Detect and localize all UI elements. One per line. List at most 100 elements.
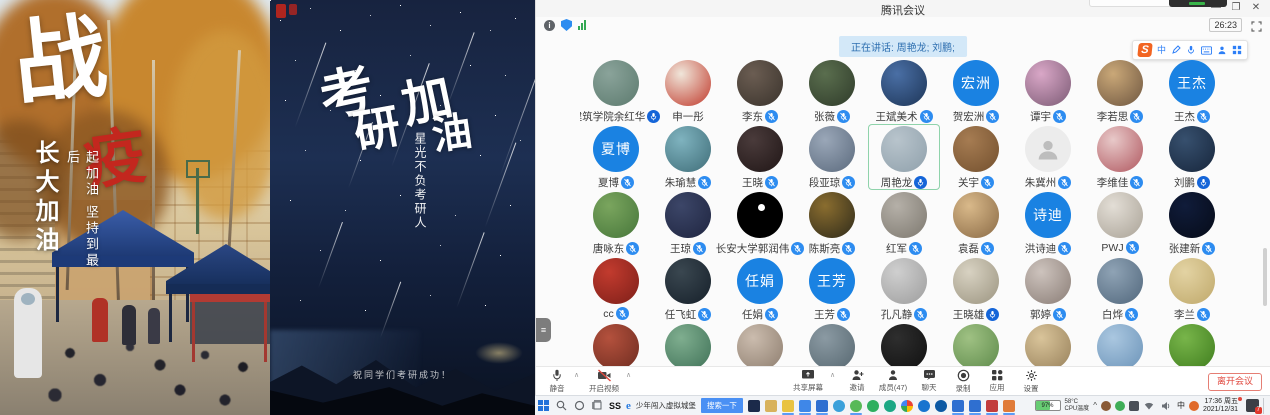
participant-白烨[interactable]: 白烨: [1084, 256, 1156, 322]
sogou-logo-icon[interactable]: S: [1137, 43, 1152, 57]
participant-王琼[interactable]: 王琼: [652, 190, 724, 256]
participant-孔凡静[interactable]: 孔凡静: [868, 256, 940, 322]
open-app-monitor[interactable]: [799, 400, 811, 412]
participant-朱冀州[interactable]: 朱冀州: [1012, 124, 1084, 190]
start-button[interactable]: [537, 399, 550, 412]
open-app-red[interactable]: [986, 400, 998, 412]
tray-icon-folder[interactable]: [1129, 401, 1139, 411]
participant-王晓雄[interactable]: 王晓雄: [940, 256, 1012, 322]
participant-李若思[interactable]: 李若思: [1084, 58, 1156, 124]
ie-icon[interactable]: [918, 400, 930, 412]
ss-app-icon[interactable]: SS: [609, 401, 621, 411]
participant-谭宇[interactable]: 谭宇: [1012, 58, 1084, 124]
participant-段亚琼[interactable]: 段亚琼: [796, 124, 868, 190]
ime-pen-icon[interactable]: [1171, 45, 1181, 55]
ime-contacts-icon[interactable]: [1217, 45, 1227, 55]
fullscreen-icon[interactable]: [1251, 19, 1262, 30]
participant-李兰[interactable]: 李兰: [1156, 256, 1228, 322]
invite-button[interactable]: 邀请: [840, 369, 874, 393]
sogou-ime-toolbar[interactable]: S 中: [1132, 40, 1248, 60]
participant-任娟[interactable]: 任娟任娟: [724, 256, 796, 322]
participant-unnamed[interactable]: [724, 322, 796, 366]
side-panel-handle[interactable]: ≡: [536, 318, 551, 342]
participant-张薇[interactable]: 张薇: [796, 58, 868, 124]
ime-indicator[interactable]: 中: [1177, 400, 1185, 411]
participant-王晓[interactable]: 王晓: [724, 124, 796, 190]
leave-meeting-button[interactable]: 离开会议: [1208, 373, 1262, 391]
participant-unnamed[interactable]: [1012, 322, 1084, 366]
camera-button[interactable]: 开启视频: [584, 369, 624, 394]
participant-张建新[interactable]: 张建新: [1156, 190, 1228, 256]
participant-cc[interactable]: cc: [580, 256, 652, 322]
apps-button[interactable]: 应用: [980, 369, 1014, 393]
participant-unnamed[interactable]: [940, 322, 1012, 366]
participant-unnamed[interactable]: [580, 322, 652, 366]
share-screen-button[interactable]: 共享屏幕: [788, 369, 828, 393]
ime-toolbox-icon[interactable]: [1232, 45, 1242, 55]
taskbar-clock[interactable]: 17:36 周五 2021/12/31: [1203, 398, 1242, 414]
participant-洪诗迪[interactable]: 诗迪洪诗迪: [1012, 190, 1084, 256]
participant-王斌美术[interactable]: 王斌美术: [868, 58, 940, 124]
cortana-icon[interactable]: [573, 399, 586, 412]
pinned-app-dark[interactable]: [748, 400, 760, 412]
network-signal-icon[interactable]: [578, 20, 586, 30]
show-desktop-button[interactable]: [1263, 398, 1268, 414]
battery-indicator[interactable]: 97%: [1035, 400, 1061, 411]
participant-申一彤[interactable]: 申一彤: [652, 58, 724, 124]
tray-icon-monkey[interactable]: [1101, 401, 1111, 411]
participant-王芳[interactable]: 王芳王芳: [796, 256, 868, 322]
open-app-download[interactable]: [816, 400, 828, 412]
participant-贺宏洲[interactable]: 宏洲贺宏洲: [940, 58, 1012, 124]
participant-长安大学郭润伟[interactable]: 长安大学郭润伟: [724, 190, 796, 256]
participant-建筑学院余红华[interactable]: 建筑学院余红华: [580, 58, 652, 124]
chrome-icon[interactable]: [901, 400, 913, 412]
ime-keyboard-icon[interactable]: [1201, 46, 1212, 55]
volume-icon[interactable]: [1160, 399, 1173, 412]
file-explorer-icon[interactable]: [765, 400, 777, 412]
tray-icon-orange[interactable]: [1189, 401, 1199, 411]
chat-button[interactable]: 聊天: [912, 369, 946, 393]
taskbar-search-button[interactable]: 搜索一下: [701, 398, 743, 413]
close-button[interactable]: ✕: [1246, 0, 1266, 16]
open-app-meeting[interactable]: [952, 400, 964, 412]
participant-袁磊[interactable]: 袁磊: [940, 190, 1012, 256]
participant-夏博[interactable]: 夏博夏博: [580, 124, 652, 190]
participant-unnamed[interactable]: [796, 322, 868, 366]
task-view-icon[interactable]: [591, 399, 604, 412]
participant-郭婷[interactable]: 郭婷: [1012, 256, 1084, 322]
settings-button[interactable]: 设置: [1014, 369, 1048, 394]
participant-PWJ[interactable]: PWJ: [1084, 190, 1156, 256]
participant-刘鹏[interactable]: 刘鹏: [1156, 124, 1228, 190]
action-center-icon[interactable]: 7: [1246, 399, 1259, 412]
participant-王杰[interactable]: 王杰王杰: [1156, 58, 1228, 124]
network-icon[interactable]: [1143, 399, 1156, 412]
grid-scrollbar[interactable]: [1263, 248, 1267, 306]
search-icon[interactable]: [555, 399, 568, 412]
maximize-button[interactable]: ❐: [1226, 0, 1246, 16]
participant-李维佳[interactable]: 李维佳: [1084, 124, 1156, 190]
ie-browser-icon[interactable]: e: [626, 400, 631, 412]
participant-红军[interactable]: 红军: [868, 190, 940, 256]
browser-headline-text[interactable]: 少年闯入虚拟城堡: [636, 400, 696, 411]
open-app-wechat[interactable]: [850, 400, 862, 412]
open-app-notebook[interactable]: [1003, 400, 1015, 412]
participant-周艳龙[interactable]: 周艳龙: [868, 124, 940, 190]
mute-button[interactable]: 静音: [540, 369, 574, 394]
tray-icon-green[interactable]: [1115, 401, 1125, 411]
participant-unnamed[interactable]: [868, 322, 940, 366]
participant-陈斯亮[interactable]: 陈斯亮: [796, 190, 868, 256]
open-app-docs[interactable]: [969, 400, 981, 412]
mute-options-caret[interactable]: ∧: [574, 371, 579, 379]
edge-icon[interactable]: [935, 400, 947, 412]
meeting-info-icon[interactable]: i: [544, 20, 555, 31]
participant-unnamed[interactable]: [652, 322, 724, 366]
participant-朱瑜慧[interactable]: 朱瑜慧: [652, 124, 724, 190]
ime-mode-cn[interactable]: 中: [1157, 42, 1166, 58]
participant-唐咏东[interactable]: 唐咏东: [580, 190, 652, 256]
cpu-temp-widget[interactable]: 58°C CPU温度: [1065, 399, 1090, 412]
open-app-notes[interactable]: [782, 400, 794, 412]
pinned-app-teal[interactable]: [884, 400, 896, 412]
share-options-caret[interactable]: ∧: [830, 371, 835, 379]
participant-unnamed[interactable]: [1156, 322, 1228, 366]
record-button[interactable]: 录制: [946, 369, 980, 394]
